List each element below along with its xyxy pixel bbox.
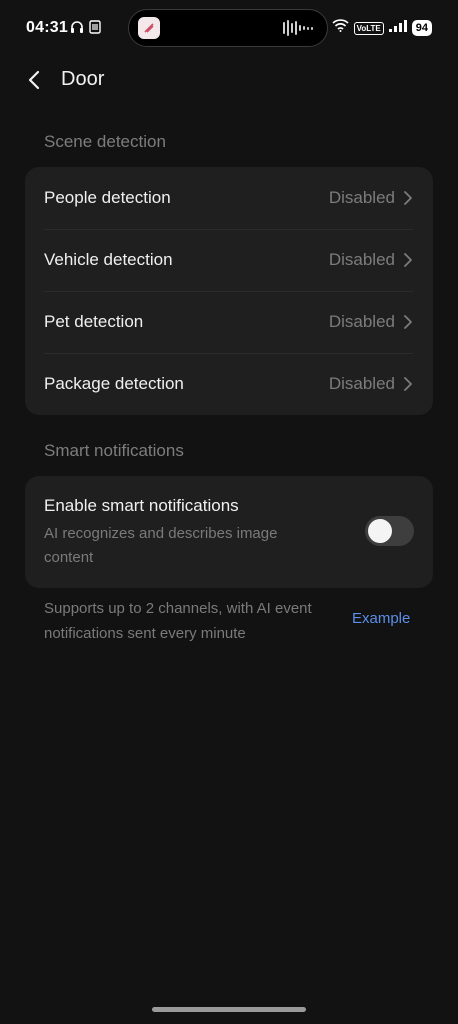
row-value: Disabled — [328, 312, 395, 331]
home-indicator[interactable] — [152, 1007, 306, 1012]
header: Door — [0, 58, 458, 102]
row-value: Disabled — [328, 188, 395, 207]
status-time: 04:31 — [26, 19, 68, 36]
row-label: People detection — [44, 188, 171, 207]
chevron-right-icon — [404, 253, 412, 267]
scene-detection-card: People detection Disabled Vehicle detect… — [25, 167, 433, 415]
row-label: Pet detection — [44, 312, 144, 331]
chevron-right-icon — [404, 315, 412, 329]
app-logo-icon — [138, 17, 160, 39]
back-button[interactable] — [24, 68, 46, 92]
smart-notifications-card: Enable smart notifications AI recognizes… — [25, 476, 433, 588]
row-label: Package detection — [44, 374, 184, 393]
toggle-knob — [368, 519, 392, 543]
volte-badge: VoLTE — [353, 21, 384, 35]
row-label: Vehicle detection — [44, 250, 173, 269]
signal-icon — [388, 19, 407, 37]
scene-detection-title: Scene detection — [44, 132, 166, 151]
audio-wave-icon — [283, 20, 313, 36]
wifi-icon — [332, 19, 349, 37]
package-detection-row[interactable]: Package detection Disabled — [25, 353, 433, 415]
status-bar: 04:31 VoLTE 94 — [0, 0, 458, 58]
headphones-icon — [70, 20, 84, 39]
people-detection-row[interactable]: People detection Disabled — [25, 167, 433, 229]
row-value: Disabled — [328, 374, 395, 393]
battery-icon: 94 — [411, 20, 432, 36]
sim-card-icon — [89, 20, 101, 39]
pet-detection-row[interactable]: Pet detection Disabled — [25, 291, 433, 353]
example-link[interactable]: Example — [352, 610, 410, 627]
chevron-left-icon — [28, 70, 40, 90]
vehicle-detection-row[interactable]: Vehicle detection Disabled — [25, 229, 433, 291]
smart-notifications-toggle[interactable] — [365, 516, 414, 546]
smart-notifications-toggle-title: Enable smart notifications — [44, 496, 239, 515]
smart-notifications-title: Smart notifications — [44, 441, 184, 460]
row-value: Disabled — [328, 250, 395, 269]
page-title: Door — [61, 68, 105, 90]
dynamic-island[interactable] — [128, 9, 328, 47]
smart-notifications-footnote: Supports up to 2 channels, with AI event… — [44, 600, 312, 642]
smart-notifications-description: AI recognizes and describes image conten… — [44, 525, 278, 566]
chevron-right-icon — [404, 191, 412, 205]
chevron-right-icon — [404, 377, 412, 391]
